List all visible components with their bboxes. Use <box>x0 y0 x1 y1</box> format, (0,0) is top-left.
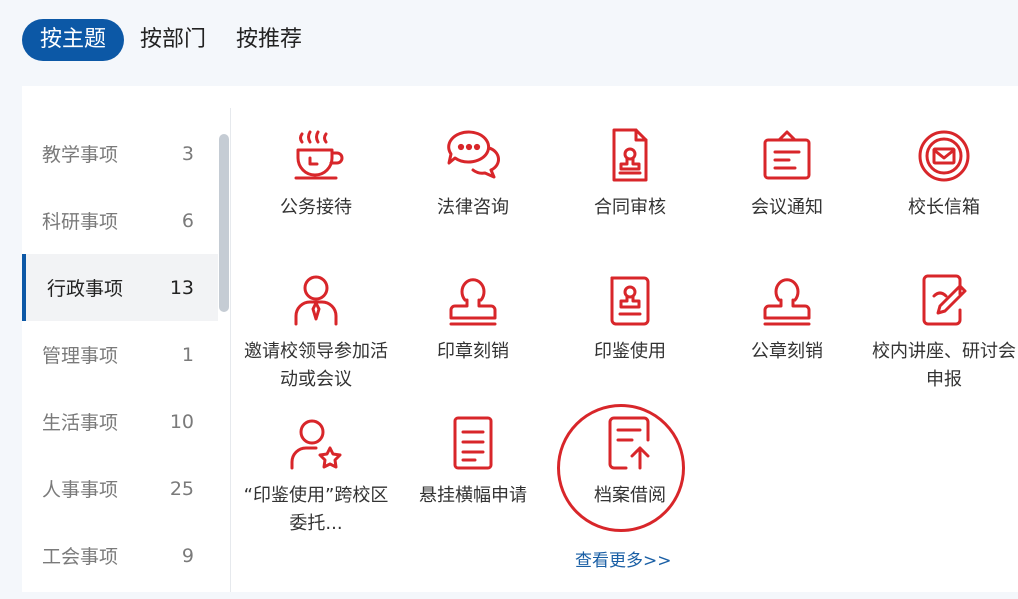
sidebar-item-personnel[interactable]: 人事事项 25 <box>22 455 218 522</box>
service-official-seal-engraving[interactable]: 公章刻销 <box>709 270 865 366</box>
service-invite-leaders[interactable]: 邀请校领导参加活动或会议 <box>238 270 394 394</box>
service-president-mailbox[interactable]: 校长信箱 <box>866 126 1018 222</box>
seal-document-icon <box>610 276 650 326</box>
sidebar-item-label: 教学事项 <box>42 144 119 166</box>
sidebar-item-administration[interactable]: 行政事项 13 <box>22 254 218 321</box>
sidebar-item-label: 生活事项 <box>42 412 119 434</box>
coffee-cup-icon <box>294 130 344 180</box>
service-official-reception[interactable]: 公务接待 <box>238 126 394 222</box>
services-panel: 教学事项 3 科研事项 6 行政事项 13 管理事项 1 生活事项 10 人事事… <box>22 86 1018 592</box>
sidebar-item-count: 9 <box>181 544 194 567</box>
service-label: 印章刻销 <box>437 341 509 362</box>
service-label: 悬挂横幅申请 <box>419 485 527 506</box>
service-label: 法律咨询 <box>437 197 509 218</box>
service-seal-engraving[interactable]: 印章刻销 <box>395 270 551 366</box>
stamp-icon <box>763 278 811 326</box>
mail-circle-icon <box>918 130 970 182</box>
service-banner-application[interactable]: 悬挂横幅申请 <box>395 414 551 510</box>
service-label: 校内讲座、研讨会申报 <box>872 341 1016 390</box>
sidebar-item-union[interactable]: 工会事项 9 <box>22 522 218 589</box>
sidebar-scrollbar[interactable] <box>219 134 229 312</box>
service-contract-review[interactable]: 合同审核 <box>552 126 708 222</box>
service-seal-delegation[interactable]: “印鉴使用”跨校区委托... <box>238 414 394 538</box>
service-label: 公章刻销 <box>751 341 823 362</box>
chat-bubbles-icon <box>447 130 500 179</box>
service-meeting-notice[interactable]: 会议通知 <box>709 126 865 222</box>
service-label: “印鉴使用”跨校区委托... <box>243 485 389 534</box>
service-legal-consultation[interactable]: 法律咨询 <box>395 126 551 222</box>
highlight-circle <box>557 404 685 532</box>
sidebar-item-research[interactable]: 科研事项 6 <box>22 187 218 254</box>
stamp-icon <box>449 278 497 326</box>
notice-board-icon <box>763 130 811 180</box>
sidebar-item-life[interactable]: 生活事项 10 <box>22 388 218 455</box>
document-list-icon <box>453 416 493 470</box>
sidebar-item-count: 6 <box>181 209 194 232</box>
person-star-icon <box>290 419 342 470</box>
leader-person-icon <box>294 275 338 326</box>
sidebar-item-label: 工会事项 <box>42 546 119 568</box>
sidebar-item-count: 1 <box>181 343 194 366</box>
service-label: 会议通知 <box>751 197 823 218</box>
service-lecture-report[interactable]: 校内讲座、研讨会申报 <box>866 270 1018 394</box>
category-sidebar: 教学事项 3 科研事项 6 行政事项 13 管理事项 1 生活事项 10 人事事… <box>22 120 218 589</box>
service-label: 印鉴使用 <box>594 341 666 362</box>
sidebar-item-label: 科研事项 <box>42 211 119 233</box>
tab-by-department[interactable]: 按部门 <box>126 19 220 61</box>
service-label: 合同审核 <box>594 197 666 218</box>
view-more-link[interactable]: 查看更多>> <box>575 546 672 571</box>
service-label: 校长信箱 <box>908 197 980 218</box>
service-seal-use[interactable]: 印鉴使用 <box>552 270 708 366</box>
sidebar-item-label: 行政事项 <box>47 278 124 300</box>
service-label: 邀请校领导参加活动或会议 <box>244 341 388 390</box>
service-label: 公务接待 <box>280 197 352 218</box>
sidebar-item-teaching[interactable]: 教学事项 3 <box>22 120 218 187</box>
divider <box>230 108 231 592</box>
topic-tabs: 按主题 按部门 按推荐 <box>22 18 318 62</box>
lecture-report-icon <box>922 274 967 326</box>
sidebar-item-count: 3 <box>181 142 194 165</box>
tab-by-recommendation[interactable]: 按推荐 <box>222 19 316 61</box>
sidebar-item-count: 13 <box>169 276 194 299</box>
sidebar-item-label: 管理事项 <box>42 345 119 367</box>
tab-by-topic[interactable]: 按主题 <box>22 19 125 61</box>
sidebar-item-label: 人事事项 <box>42 479 119 501</box>
sidebar-item-count: 25 <box>169 477 194 500</box>
sidebar-item-count: 10 <box>169 410 194 433</box>
sidebar-item-management[interactable]: 管理事项 1 <box>22 321 218 388</box>
contract-stamp-icon <box>612 128 648 182</box>
